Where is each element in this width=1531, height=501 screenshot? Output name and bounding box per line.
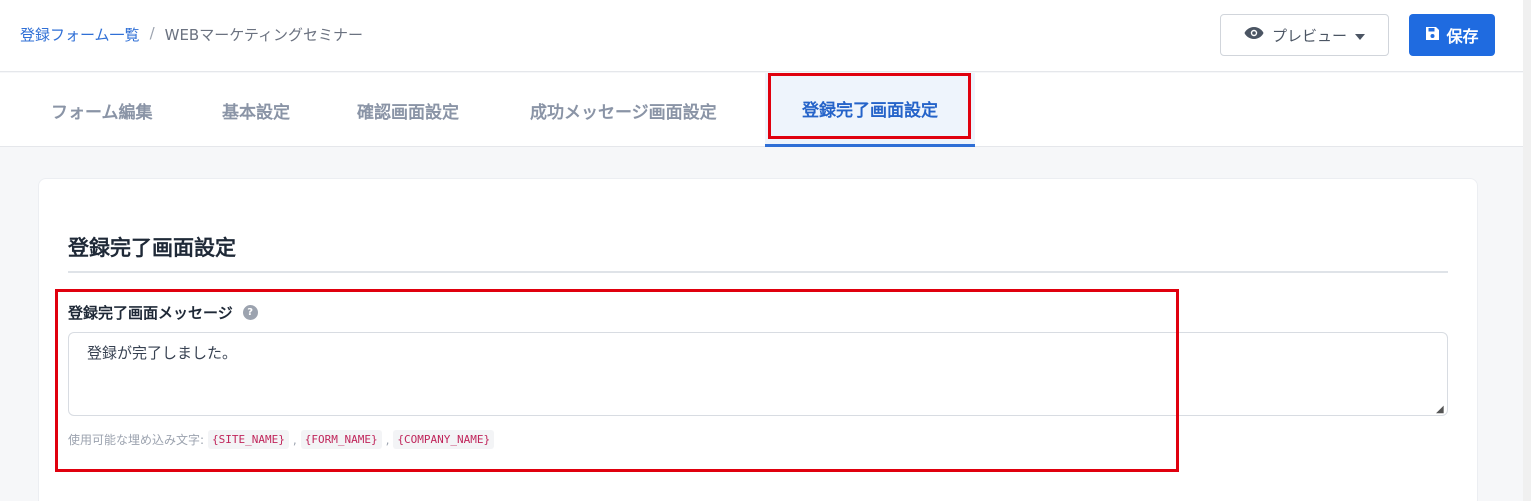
section-divider [68, 271, 1448, 273]
hint-text: 使用可能な埋め込み文字: [68, 433, 205, 447]
breadcrumb-separator: / [149, 24, 155, 42]
tab-basic-settings[interactable]: 基本設定 [222, 73, 290, 147]
variable-site-name: {SITE_NAME} [208, 430, 289, 449]
floppy-disk-icon [1425, 26, 1440, 45]
top-bar: 登録フォーム一覧 / WEBマーケティングセミナー プレビュー 保存 [0, 0, 1531, 72]
variable-separator: , [385, 432, 390, 447]
eye-icon [1244, 26, 1264, 44]
breadcrumb-current: WEBマーケティングセミナー [164, 26, 364, 44]
tab-registration-complete-screen[interactable]: 登録完了画面設定 [765, 73, 975, 147]
save-label: 保存 [1446, 27, 1479, 46]
tab-success-message-screen[interactable]: 成功メッセージ画面設定 [530, 73, 717, 147]
resize-handle-icon[interactable]: ◢ [1436, 404, 1444, 415]
variable-company-name: {COMPANY_NAME} [393, 430, 495, 449]
settings-tabs: フォーム編集 基本設定 確認画面設定 成功メッセージ画面設定 登録完了画面設定 [0, 73, 1531, 147]
tab-form-edit[interactable]: フォーム編集 [51, 73, 153, 147]
variable-form-name: {FORM_NAME} [300, 430, 382, 449]
scrollbar[interactable] [1523, 0, 1531, 501]
caret-down-icon [1355, 26, 1365, 44]
message-field-label: 登録完了画面メッセージ ? [68, 302, 258, 323]
completion-message-textarea[interactable]: 登録が完了しました。 [68, 332, 1448, 416]
save-button[interactable]: 保存 [1409, 14, 1495, 56]
preview-button[interactable]: プレビュー [1220, 14, 1389, 56]
preview-label: プレビュー [1271, 26, 1347, 45]
tab-confirm-screen[interactable]: 確認画面設定 [357, 73, 459, 147]
embed-variables-hint: 使用可能な埋め込み文字: {SITE_NAME} , {FORM_NAME} ,… [68, 430, 495, 449]
breadcrumb: 登録フォーム一覧 / WEBマーケティングセミナー [20, 24, 363, 45]
message-label-text: 登録完了画面メッセージ [68, 304, 233, 322]
variable-separator: , [292, 432, 297, 447]
section-title: 登録完了画面設定 [68, 236, 236, 260]
help-icon[interactable]: ? [242, 305, 258, 320]
breadcrumb-form-list-link[interactable]: 登録フォーム一覧 [20, 24, 140, 45]
